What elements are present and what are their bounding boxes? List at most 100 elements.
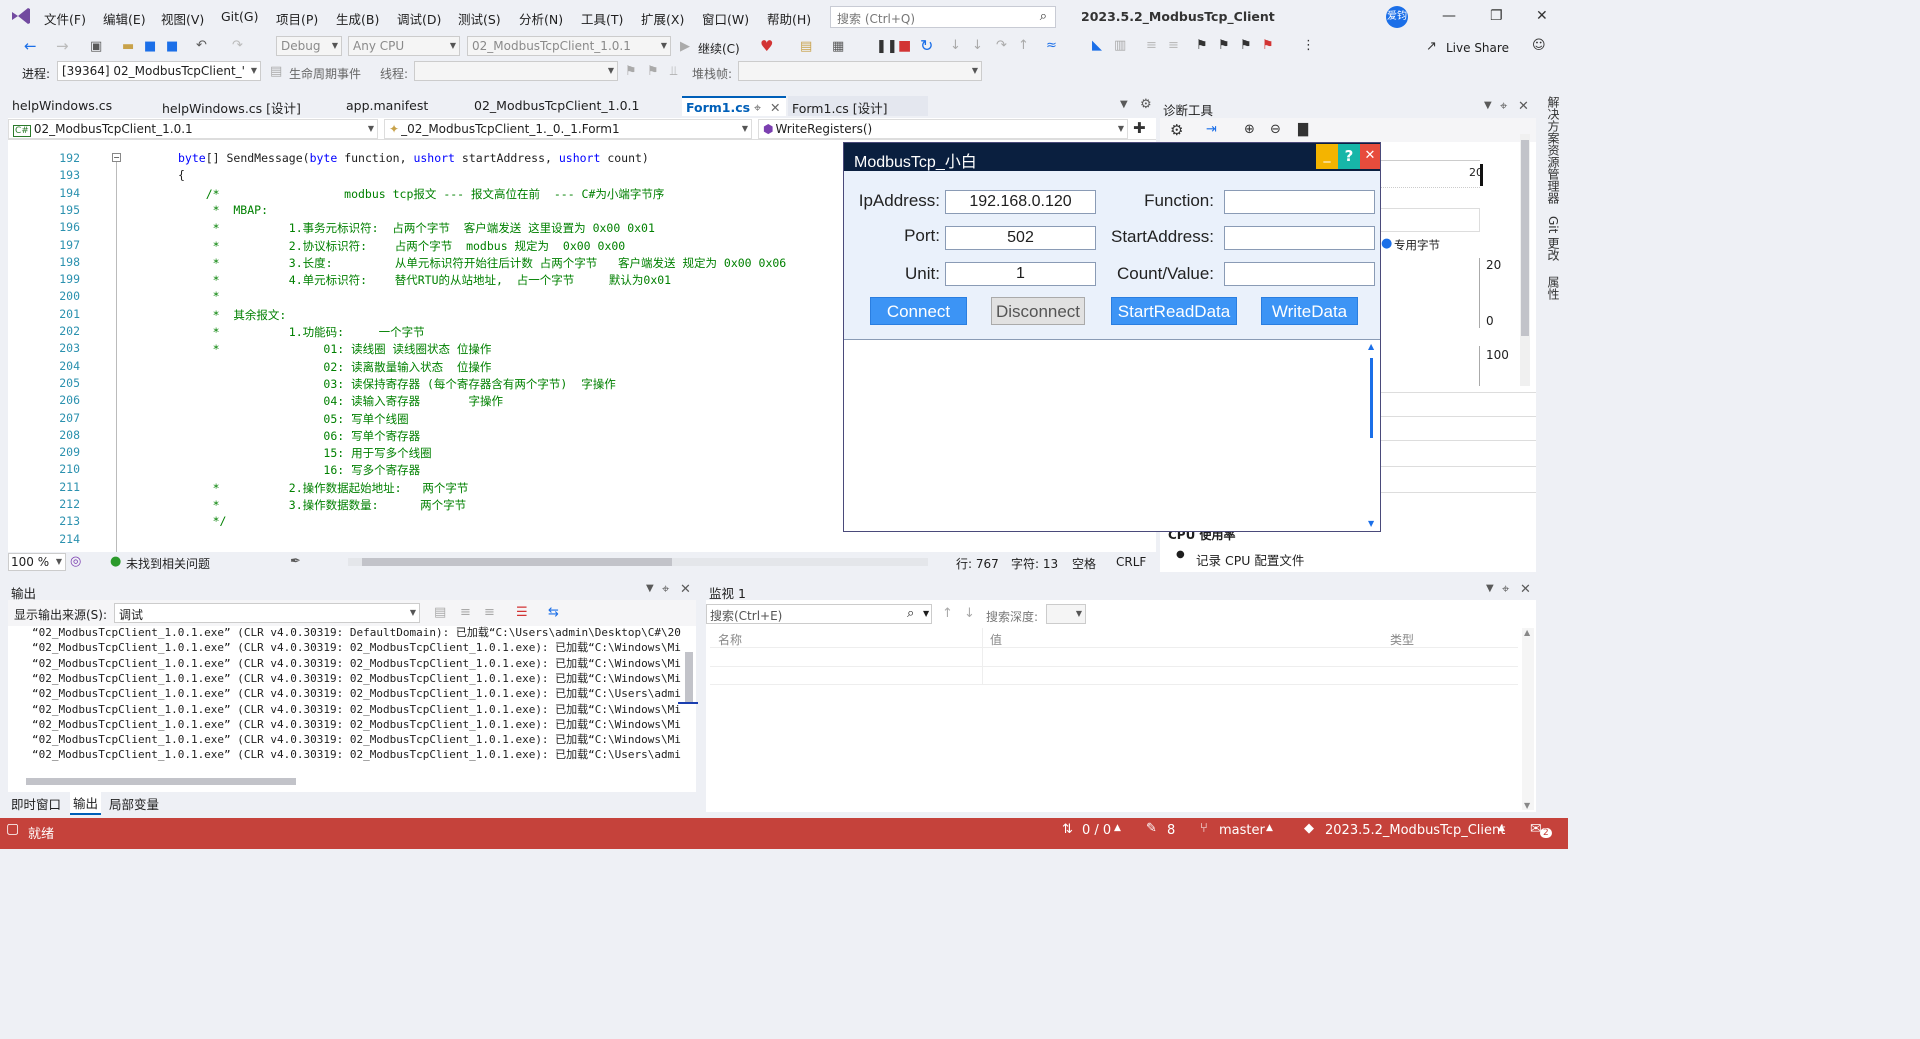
close-icon[interactable]: ✕ [1536, 8, 1548, 24]
minimize-icon[interactable]: — [1442, 8, 1456, 24]
prev-bookmark-icon[interactable]: ⚑ [1218, 39, 1230, 52]
output-pin-icon[interactable]: ⌖ [662, 583, 669, 596]
avatar[interactable]: 爱钧 [1386, 6, 1408, 28]
output-vscroll[interactable] [678, 628, 698, 774]
save-icon[interactable]: ■ [144, 40, 156, 53]
share-icon[interactable]: ↗ [1426, 40, 1437, 53]
status-repo[interactable]: 2023.5.2_ModbusTcp_Client [1325, 823, 1505, 838]
form-close-icon[interactable]: ✕ [1360, 144, 1380, 169]
output-close-icon[interactable]: ✕ [680, 583, 691, 596]
stop-icon[interactable]: ■ [898, 39, 911, 53]
unit-input[interactable]: 1 [945, 262, 1096, 286]
connect-button[interactable]: Connect [870, 297, 967, 325]
menu-help[interactable]: 帮助(H) [767, 9, 811, 28]
collapse-icon[interactable]: − [112, 153, 121, 162]
indent-icon[interactable]: ≡ [1168, 39, 1179, 52]
open-folder-icon[interactable]: ▬ [122, 40, 134, 53]
word-wrap-icon[interactable]: ⇆ [548, 606, 559, 619]
pointer-icon[interactable]: ◣ [1092, 39, 1102, 52]
menu-window[interactable]: 窗口(W) [702, 9, 749, 28]
status-changes[interactable]: 8 [1167, 823, 1175, 838]
tab-app-manifest[interactable]: app.manifest [342, 96, 470, 116]
menu-edit[interactable]: 编辑(E) [103, 9, 146, 28]
menu-view[interactable]: 视图(V) [161, 9, 204, 28]
count-value-input[interactable] [1224, 262, 1375, 286]
port-input[interactable]: 502 [945, 226, 1096, 250]
export-icon[interactable]: ⇥ [1206, 123, 1217, 136]
pin-icon[interactable]: ⌖ [754, 100, 761, 116]
search-prev-icon[interactable]: ↑ [942, 607, 953, 620]
start-address-input[interactable] [1224, 226, 1375, 250]
continue-button[interactable]: 继续(C) [698, 40, 740, 57]
search-input[interactable]: 搜索 (Ctrl+Q) ⌕ [830, 6, 1056, 28]
menu-analyze[interactable]: 分析(N) [519, 9, 563, 28]
redo-icon[interactable]: ↷ [232, 39, 243, 52]
forward-icon[interactable]: → [56, 39, 69, 54]
project-nav-select[interactable]: C# 02_ModbusTcpClient_1.0.1 ▼ [8, 119, 378, 139]
tab-helpwindows-design[interactable]: helpWindows.cs [设计] [158, 96, 342, 116]
tab-immediate-window[interactable]: 即时窗口 [8, 793, 64, 814]
restart-icon[interactable]: ↻ [920, 38, 933, 54]
copilot-icon[interactable]: ◎ [70, 555, 81, 568]
line-ending[interactable]: CRLF [1116, 555, 1146, 569]
col-type[interactable]: 类型 [1390, 631, 1414, 648]
more-tools-icon[interactable]: ⋮ [1302, 39, 1315, 52]
flag-icon[interactable]: ⚑ [625, 65, 637, 78]
function-input[interactable] [1224, 190, 1375, 214]
next-message-icon[interactable]: ≡ [484, 606, 495, 619]
watch-search-caret-icon[interactable]: ▼ [923, 609, 929, 618]
tab-output[interactable]: 输出 [70, 792, 102, 815]
play-icon[interactable]: ▶ [680, 40, 690, 53]
status-icon[interactable]: ▢ [6, 821, 19, 837]
attach-icon[interactable]: ▤ [800, 40, 812, 53]
split-icon[interactable]: ✚ [1133, 121, 1146, 136]
toggle-icon[interactable]: ▥ [1114, 39, 1126, 52]
step-out-icon[interactable]: ↷ [996, 39, 1007, 52]
menu-test[interactable]: 测试(S) [458, 9, 501, 28]
indent-mode[interactable]: 空格 [1072, 555, 1096, 572]
process-select[interactable]: [39364] 02_ModbusTcpClient_' ▼ [57, 61, 261, 81]
new-project-icon[interactable]: ▣ [90, 40, 102, 53]
step-into-icon[interactable]: ↓ [950, 39, 961, 52]
pause-icon[interactable]: ❚❚ [876, 40, 898, 53]
start-read-data-button[interactable]: StartReadData [1111, 297, 1237, 325]
properties-tab[interactable]: 属性 [1545, 276, 1562, 300]
tab-locals[interactable]: 局部变量 [106, 793, 162, 814]
back-icon[interactable]: ← [24, 39, 37, 54]
output-source-select[interactable]: 调试 ▼ [114, 603, 420, 623]
undo-icon[interactable]: ↶ [196, 39, 207, 52]
form-title-bar[interactable]: ModbusTcp_小白 _ ? ✕ [844, 143, 1380, 171]
menu-git[interactable]: Git(G) [221, 9, 259, 24]
search-depth-select[interactable]: ▼ [1046, 604, 1086, 624]
clear-all-icon[interactable]: ☰ [516, 606, 528, 619]
next-bookmark-icon[interactable]: ⚑ [1240, 39, 1252, 52]
menu-project[interactable]: 项目(P) [276, 9, 318, 28]
feedback-icon[interactable]: ☺ [1532, 39, 1546, 52]
zoom-in-icon[interactable]: ⊕ [1244, 123, 1255, 136]
brush-icon[interactable]: ✒ [290, 555, 301, 568]
step-over-icon[interactable]: ↓ [972, 39, 983, 52]
tab-overflow-icon[interactable]: ▼ [1120, 100, 1128, 110]
issues-status[interactable]: 未找到相关问题 [126, 555, 210, 572]
diag-close-icon[interactable]: ✕ [1518, 100, 1529, 113]
maximize-icon[interactable]: ❐ [1490, 8, 1503, 24]
output-hscroll[interactable] [20, 778, 680, 786]
tab-close-icon[interactable]: ✕ [770, 100, 780, 115]
solution-explorer-tab[interactable]: 解决方案资源管理器 [1545, 96, 1562, 236]
log-scrollbar[interactable]: ▲ ▼ [1366, 342, 1378, 528]
startup-project-select[interactable]: 02_ModbusTcpClient_1.0.1 ▼ [467, 36, 671, 56]
output-text[interactable]: “02_ModbusTcpClient_1.0.1.exe” (CLR v4.0… [8, 626, 696, 774]
tab-project[interactable]: 02_ModbusTcpClient_1.0.1 [470, 96, 680, 116]
tab-form1-cs[interactable]: Form1.cs ⌖ ✕ [682, 96, 786, 116]
lifecycle-events[interactable]: 生命周期事件 [289, 65, 361, 82]
horizontal-scrollbar[interactable] [348, 558, 928, 566]
class-nav-select[interactable]: ✦ _02_ModbusTcpClient_1._0._1.Form1 ▼ [384, 119, 752, 139]
watch-scrollbar[interactable]: ▲ ▼ [1522, 628, 1534, 810]
zoom-out-icon[interactable]: ⊖ [1270, 123, 1281, 136]
disconnect-button[interactable]: Disconnect [991, 297, 1085, 325]
config-select[interactable]: Debug ▼ [276, 36, 342, 56]
form-help-icon[interactable]: ? [1338, 144, 1360, 169]
stack-frame-select[interactable]: ▼ [738, 61, 982, 81]
watch-close-icon[interactable]: ✕ [1520, 583, 1531, 596]
vs-logo-icon[interactable] [10, 6, 32, 26]
